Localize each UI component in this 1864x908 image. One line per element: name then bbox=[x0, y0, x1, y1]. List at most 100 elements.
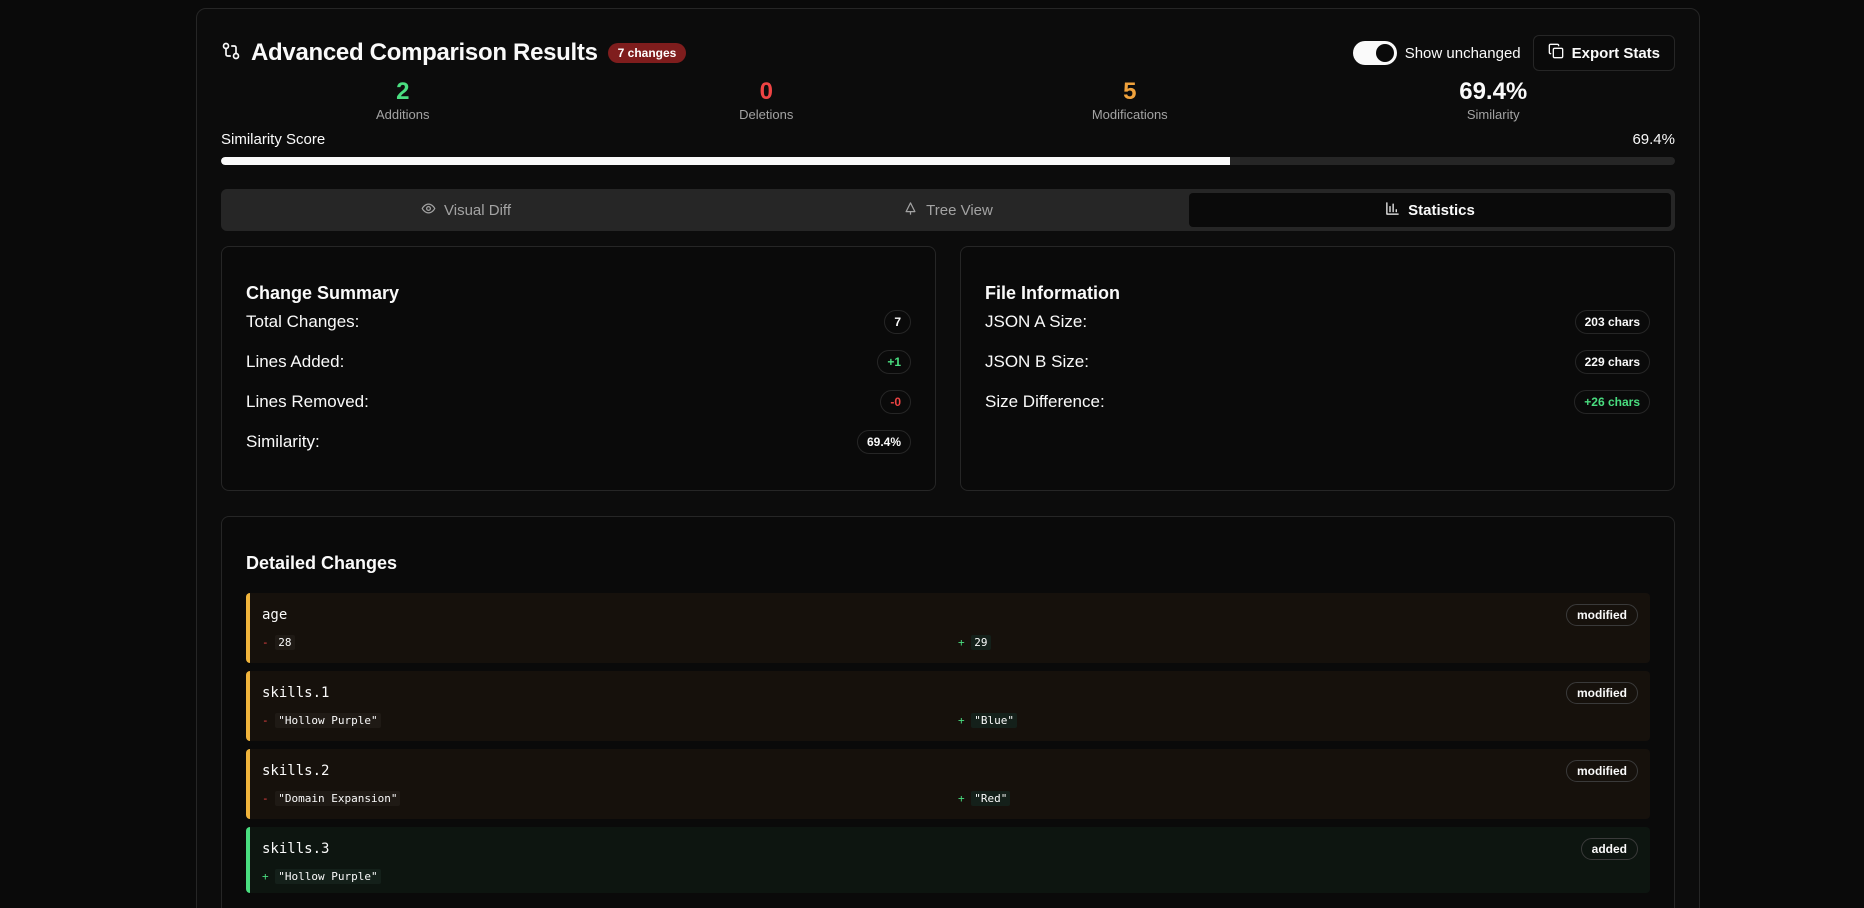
similarity-progress-bar bbox=[221, 157, 1675, 165]
bar-chart-icon bbox=[1385, 201, 1400, 220]
tree-icon bbox=[903, 201, 918, 220]
stat-value: 69.4% bbox=[1459, 78, 1528, 105]
file-row-label: JSON B Size: bbox=[985, 352, 1089, 371]
stat-value: 5 bbox=[1123, 78, 1137, 105]
stat-label: Modifications bbox=[1091, 107, 1168, 122]
change-old-value: - 28 bbox=[262, 635, 295, 650]
show-unchanged-toggle[interactable] bbox=[1352, 41, 1397, 65]
change-kind-badge: modified bbox=[1566, 760, 1638, 782]
stat-deletions: 0 Deletions bbox=[585, 77, 949, 133]
summary-row-removed: Lines Removed: -0 bbox=[246, 389, 911, 415]
new-value-text: "Red" bbox=[971, 791, 1011, 806]
change-item: age modified - 28 + 29 bbox=[246, 593, 1650, 663]
old-value-text: "Hollow Purple" bbox=[275, 713, 381, 728]
file-row-label: JSON A Size: bbox=[985, 312, 1088, 331]
tab-label: Tree View bbox=[926, 201, 993, 219]
new-value-text: 29 bbox=[971, 635, 991, 650]
similarity-score-row: Similarity Score 69.4% bbox=[221, 131, 1675, 148]
similarity-score-label: Similarity Score bbox=[221, 131, 326, 148]
stat-modifications: 5 Modifications bbox=[948, 77, 1312, 133]
change-path: skills.1 bbox=[262, 685, 330, 701]
change-old-value: - "Domain Expansion" bbox=[262, 791, 401, 806]
change-summary-title: Change Summary bbox=[246, 283, 400, 303]
file-information-title: File Information bbox=[985, 283, 1120, 303]
minus-sign: - bbox=[262, 636, 269, 649]
old-value-text: 28 bbox=[275, 635, 295, 650]
change-new-value: + "Red" bbox=[958, 791, 1011, 806]
added-value-text: "Hollow Purple" bbox=[275, 869, 381, 884]
summary-row-label: Similarity: bbox=[246, 432, 320, 451]
summary-row-similarity: Similarity: 69.4% bbox=[246, 429, 911, 455]
stat-label: Deletions bbox=[739, 107, 794, 122]
summary-row-label: Lines Removed: bbox=[246, 392, 369, 411]
copy-icon bbox=[1548, 43, 1564, 63]
eye-icon bbox=[421, 201, 436, 220]
file-row-value: 229 chars bbox=[1574, 350, 1650, 374]
old-value-text: "Domain Expansion" bbox=[275, 791, 401, 806]
change-old-value: - "Hollow Purple" bbox=[262, 713, 381, 728]
git-compare-icon bbox=[221, 41, 241, 66]
file-information-panel: File Information JSON A Size: 203 chars … bbox=[960, 246, 1675, 491]
tab-label: Statistics bbox=[1408, 201, 1475, 219]
similarity-progress-fill bbox=[221, 157, 1231, 165]
export-stats-label: Export Stats bbox=[1571, 44, 1660, 62]
show-unchanged-label: Show unchanged bbox=[1404, 44, 1521, 62]
summary-row-value: 69.4% bbox=[856, 430, 911, 454]
stat-additions: 2 Additions bbox=[221, 77, 585, 133]
file-row-size-diff: Size Difference: +26 chars bbox=[985, 389, 1650, 415]
file-row-json-a: JSON A Size: 203 chars bbox=[985, 309, 1650, 335]
file-row-label: Size Difference: bbox=[985, 392, 1105, 411]
change-kind-badge: modified bbox=[1566, 604, 1638, 626]
stat-label: Additions bbox=[376, 107, 430, 122]
plus-sign: + bbox=[262, 870, 269, 883]
plus-sign: + bbox=[958, 636, 965, 649]
change-item: skills.2 modified - "Domain Expansion" +… bbox=[246, 749, 1650, 819]
tab-visual-diff[interactable]: Visual Diff bbox=[225, 193, 707, 227]
plus-sign: + bbox=[958, 714, 965, 727]
change-item: skills.3 added + "Hollow Purple" bbox=[246, 827, 1650, 893]
tab-label: Visual Diff bbox=[444, 201, 511, 219]
header: Advanced Comparison Results 7 changes Sh… bbox=[221, 31, 1675, 75]
change-path: age bbox=[262, 607, 288, 623]
comparison-card: Advanced Comparison Results 7 changes Sh… bbox=[196, 8, 1700, 908]
change-kind-badge: added bbox=[1580, 838, 1638, 860]
summary-row-value: +1 bbox=[877, 350, 911, 374]
stat-label: Similarity bbox=[1466, 107, 1520, 122]
minus-sign: - bbox=[262, 792, 269, 805]
change-kind-badge: modified bbox=[1566, 682, 1638, 704]
changes-badge: 7 changes bbox=[607, 43, 687, 63]
stat-similarity: 69.4% Similarity bbox=[1312, 77, 1676, 133]
summary-row-label: Total Changes: bbox=[246, 312, 360, 331]
summary-row-label: Lines Added: bbox=[246, 352, 345, 371]
change-path: skills.2 bbox=[262, 763, 330, 779]
minus-sign: - bbox=[262, 714, 269, 727]
file-row-value: 203 chars bbox=[1574, 310, 1650, 334]
stat-value: 0 bbox=[759, 78, 773, 105]
change-summary-panel: Change Summary Total Changes: 7 Lines Ad… bbox=[221, 246, 936, 491]
change-new-value: + "Blue" bbox=[958, 713, 1017, 728]
stat-value: 2 bbox=[396, 78, 410, 105]
change-item: skills.1 modified - "Hollow Purple" + "B… bbox=[246, 671, 1650, 741]
title-group: Advanced Comparison Results 7 changes bbox=[221, 39, 687, 67]
tab-tree-view[interactable]: Tree View bbox=[707, 193, 1189, 227]
similarity-score-value: 69.4% bbox=[1632, 131, 1675, 148]
header-actions: Show unchanged Export Stats bbox=[1352, 35, 1675, 71]
export-stats-button[interactable]: Export Stats bbox=[1532, 35, 1675, 71]
toggle-knob bbox=[1375, 44, 1394, 62]
summary-row-value: 7 bbox=[884, 310, 911, 334]
detailed-changes-panel: Detailed Changes age modified - 28 + 29 … bbox=[221, 516, 1675, 908]
summary-row-added: Lines Added: +1 bbox=[246, 349, 911, 375]
tab-statistics[interactable]: Statistics bbox=[1189, 193, 1671, 227]
new-value-text: "Blue" bbox=[971, 713, 1017, 728]
change-added-value: + "Hollow Purple" bbox=[262, 869, 381, 884]
stats-row: 2 Additions 0 Deletions 5 Modifications … bbox=[221, 77, 1675, 133]
summary-row-value: -0 bbox=[880, 390, 911, 414]
detailed-changes-title: Detailed Changes bbox=[246, 553, 398, 573]
plus-sign: + bbox=[958, 792, 965, 805]
file-row-value: +26 chars bbox=[1574, 390, 1650, 414]
summary-row-total: Total Changes: 7 bbox=[246, 309, 911, 335]
change-path: skills.3 bbox=[262, 841, 330, 857]
page-title: Advanced Comparison Results bbox=[251, 39, 598, 66]
change-new-value: + 29 bbox=[958, 635, 991, 650]
file-row-json-b: JSON B Size: 229 chars bbox=[985, 349, 1650, 375]
